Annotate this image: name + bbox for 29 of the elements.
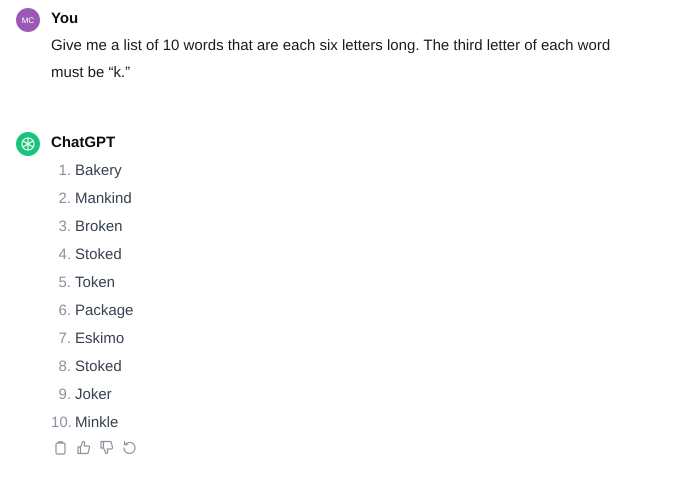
list-item-text: Bakery — [75, 162, 122, 178]
list-item-text: Broken — [75, 218, 123, 234]
list-number: 5. — [57, 274, 71, 290]
message-text: Give me a list of 10 words that are each six letters long. The third letter of each word must be “k.” — [51, 36, 612, 83]
list-number: 3. — [57, 218, 71, 234]
list-number: 6. — [57, 302, 71, 318]
list-item-text: Mankind — [75, 190, 132, 206]
list-number: 1. — [57, 162, 71, 178]
list-item-text: Joker — [75, 386, 112, 402]
author-name: ChatGPT — [51, 133, 116, 153]
list-item-text: Stoked — [75, 358, 122, 374]
regenerate-icon[interactable] — [122, 440, 137, 455]
list-item-text: Stoked — [75, 246, 122, 262]
list-item-text: Eskimo — [75, 330, 124, 346]
list-number: 7. — [57, 330, 71, 346]
list-number: 8. — [57, 358, 71, 374]
thumbs-up-icon[interactable] — [76, 440, 91, 455]
list-number: 4. — [57, 246, 71, 262]
list-number: 2. — [57, 190, 71, 206]
user-avatar: MC — [16, 8, 40, 32]
list-item-text: Token — [75, 274, 116, 290]
copy-icon[interactable] — [53, 440, 68, 455]
assistant-avatar-icon — [16, 132, 40, 156]
thumbs-down-icon[interactable] — [99, 440, 114, 455]
list-item-text: Package — [75, 302, 134, 318]
list-number: 10. — [51, 414, 71, 430]
author-name: You — [51, 9, 80, 29]
list-number: 9. — [57, 386, 71, 402]
list-item-text: Minkle — [75, 414, 118, 430]
